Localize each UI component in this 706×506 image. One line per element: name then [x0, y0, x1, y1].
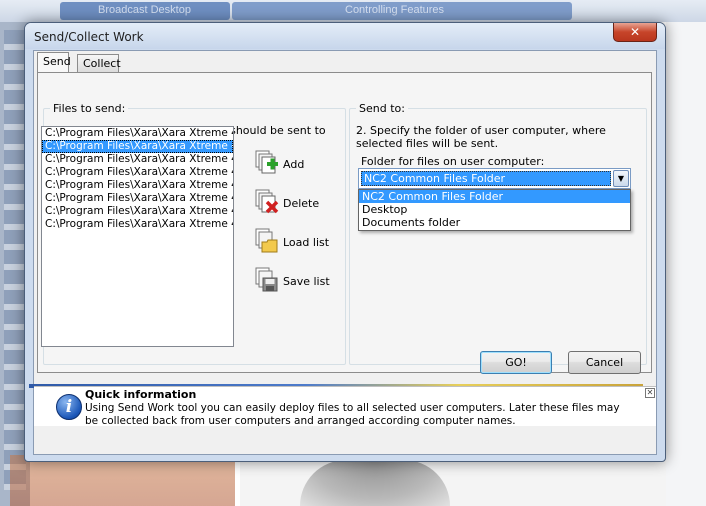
dropdown-option-desktop[interactable]: Desktop [359, 203, 630, 216]
files-listbox[interactable]: C:\Program Files\Xara\Xara Xtreme 4\H C:… [41, 126, 234, 347]
send-to-group-title: Send to: [356, 102, 408, 115]
load-folder-icon [255, 228, 278, 253]
info-text: Using Send Work tool you can easily depl… [85, 402, 620, 427]
folder-dropdown-list[interactable]: NC2 Common Files Folder Desktop Document… [358, 189, 631, 231]
go-button[interactable]: GO! [480, 351, 552, 374]
background-tab-label: Controlling Features [345, 4, 445, 16]
delete-file-icon [255, 189, 279, 214]
list-item[interactable]: C:\Program Files\Xara\Xara Xtreme 4\H [42, 179, 233, 192]
list-item[interactable]: C:\Program Files\Xara\Xara Xtreme 4\H [42, 153, 233, 166]
list-item[interactable]: C:\Program Files\Xara\Xara Xtreme 4\H [42, 218, 233, 231]
list-item-selected[interactable]: C:\Program Files\Xara\Xara Xtreme 4\H [42, 140, 233, 153]
folder-combobox-value: NC2 Common Files Folder [361, 171, 611, 186]
quick-information-panel: i Quick information Using Send Work tool… [34, 386, 656, 427]
list-item[interactable]: C:\Program Files\Xara\Xara Xtreme 4\H [42, 192, 233, 205]
info-title: Quick information [85, 388, 197, 401]
delete-label: Delete [283, 197, 320, 210]
list-item[interactable]: C:\Program Files\Xara\Xara Xtreme 4\H [42, 166, 233, 179]
background-image [10, 455, 235, 506]
add-label: Add [283, 158, 305, 171]
title-bar[interactable]: Send/Collect Work ✕ [25, 23, 665, 49]
files-group-title: Files to send: [50, 102, 129, 115]
add-button[interactable]: Add [255, 150, 345, 180]
save-list-button[interactable]: Save list [255, 267, 345, 297]
tab-send[interactable]: Send [37, 52, 71, 72]
tab-collect[interactable]: Collect [77, 54, 121, 72]
list-item[interactable]: C:\Program Files\Xara\Xara Xtreme 4\H [42, 205, 233, 218]
load-list-label: Load list [283, 236, 330, 249]
dropdown-option-nc2[interactable]: NC2 Common Files Folder [359, 190, 630, 203]
close-button[interactable]: ✕ [613, 23, 657, 42]
load-list-button[interactable]: Load list [255, 228, 345, 258]
folder-label: Folder for files on user computer: [361, 155, 545, 168]
background-thumbnails [4, 30, 26, 490]
cancel-button[interactable]: Cancel [568, 351, 641, 374]
chevron-down-icon[interactable]: ▼ [613, 170, 629, 187]
background-image [300, 460, 450, 506]
dropdown-option-documents[interactable]: Documents folder [359, 216, 630, 229]
window-title: Send/Collect Work [34, 30, 144, 44]
list-item[interactable]: C:\Program Files\Xara\Xara Xtreme 4\H [42, 127, 233, 140]
send-to-instruction: 2. Specify the folder of user computer, … [356, 124, 606, 150]
save-disk-icon [255, 267, 278, 292]
background-panel [666, 22, 706, 506]
delete-button[interactable]: Delete [255, 189, 345, 219]
add-file-icon [255, 150, 278, 174]
folder-combobox[interactable]: NC2 Common Files Folder ▼ [358, 168, 631, 189]
background-tab-label: Broadcast Desktop [98, 4, 191, 16]
info-icon: i [56, 394, 82, 420]
info-close-icon[interactable]: ✕ [645, 388, 655, 398]
save-list-label: Save list [283, 275, 330, 288]
send-collect-dialog: Send/Collect Work ✕ Send Collect Files t… [24, 22, 666, 462]
